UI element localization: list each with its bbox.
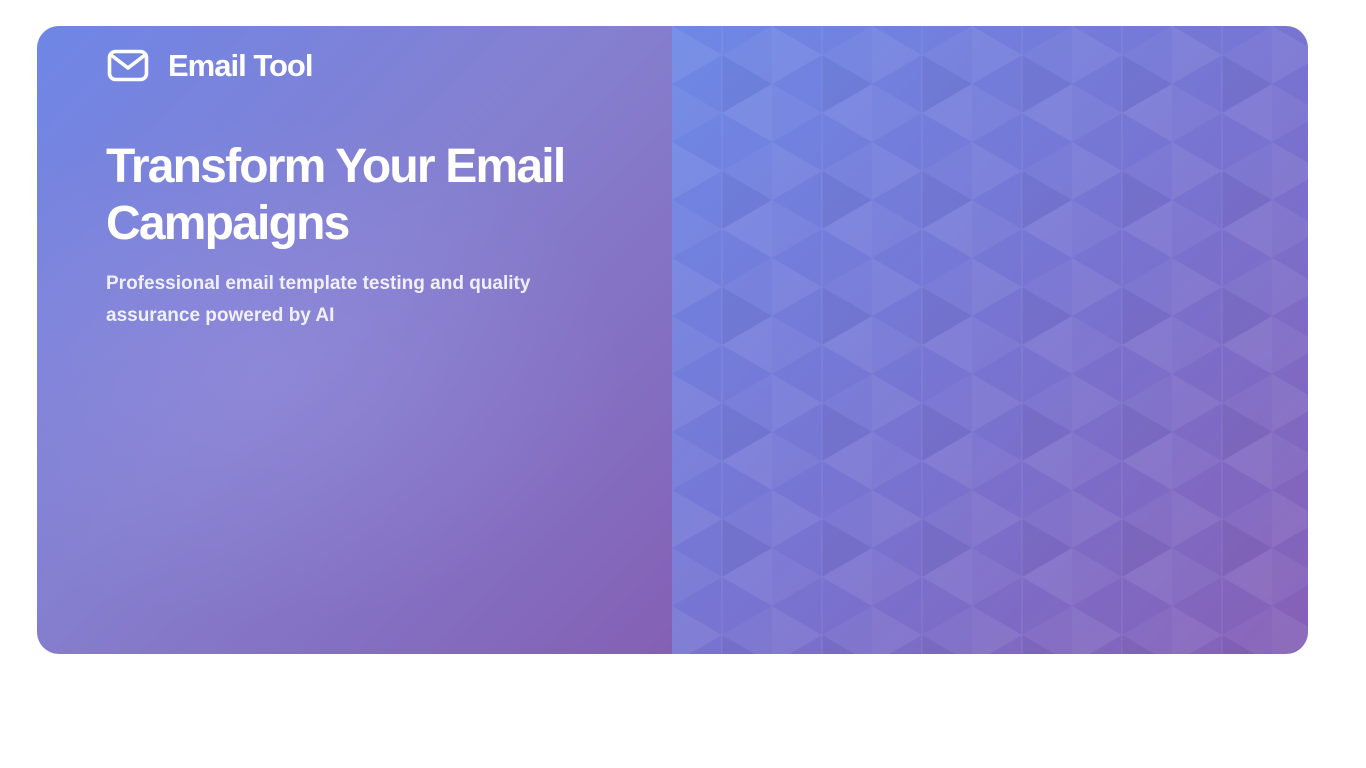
hero-headline: Transform Your Email Campaigns [106,140,566,250]
brand-name: Email Tool [168,48,313,83]
brand-logo[interactable]: Email Tool [107,48,313,84]
hero-subtitle: Professional email template testing and … [106,273,531,326]
mail-icon [107,48,149,84]
hero-card: Email Tool Transform Your Email Campaign… [37,26,1308,654]
hero-image-panel [672,26,1308,654]
geometric-pattern [672,26,1308,654]
hero-left-panel: Email Tool Transform Your Email Campaign… [37,26,672,654]
